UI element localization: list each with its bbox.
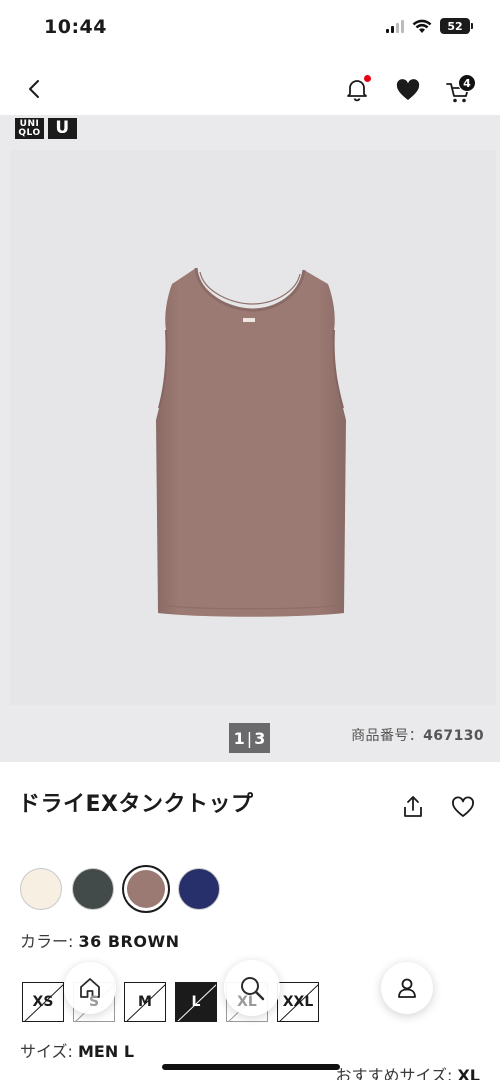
status-time: 10:44 [44, 16, 107, 38]
product-image[interactable] [10, 150, 496, 705]
size-option-xs[interactable]: XS [22, 982, 64, 1022]
status-indicators: 52 [386, 18, 473, 34]
color-swatch-navy[interactable] [178, 868, 220, 910]
size-option-m[interactable]: M [124, 982, 166, 1022]
nav-bar: 4 [0, 62, 500, 114]
uniqlo-logo: UNI QLO U [15, 118, 77, 139]
account-icon [398, 978, 416, 998]
recommended-size-label: おすすめサイズ: XL [335, 1066, 480, 1080]
cellular-signal-icon [386, 19, 404, 33]
tank-top-image [156, 267, 346, 617]
status-bar: 10:44 52 [0, 0, 500, 56]
share-icon [404, 796, 422, 817]
cart-button[interactable]: 4 [444, 74, 476, 104]
color-label: カラー: 36 BROWN [20, 932, 180, 951]
account-button[interactable] [381, 962, 433, 1014]
color-swatch-brown[interactable] [122, 865, 170, 913]
image-pager: 1 | 3 [229, 723, 270, 753]
home-indicator [162, 1064, 340, 1070]
back-button[interactable] [22, 76, 48, 102]
notification-dot [364, 75, 371, 82]
battery-icon: 52 [440, 18, 473, 34]
cart-count-badge: 4 [458, 74, 476, 92]
size-option-l[interactable]: L [175, 982, 217, 1022]
uniqlo-logo-box: UNI QLO [15, 118, 44, 139]
product-title: ドライEXタンクトップ [18, 792, 254, 817]
heart-filled-icon [396, 79, 420, 100]
chevron-left-icon [29, 80, 39, 98]
uniqlo-u-logo: U [48, 118, 77, 139]
notifications-button[interactable] [343, 75, 371, 103]
heart-outline-icon [452, 796, 474, 817]
color-swatches [20, 865, 220, 913]
share-button[interactable] [400, 794, 426, 820]
wifi-icon [412, 19, 432, 33]
size-option-xxl[interactable]: XXL [277, 982, 319, 1022]
favorite-button[interactable] [450, 794, 476, 820]
color-swatch-darkgray[interactable] [72, 868, 114, 910]
product-gallery[interactable]: UNI QLO U 1 | 3 商品番号：467130 [0, 115, 500, 762]
product-number: 商品番号：467130 [351, 728, 484, 744]
size-label: サイズ: MEN L [20, 1042, 135, 1061]
wishlist-button[interactable] [394, 76, 422, 104]
color-swatch-offwhite[interactable] [20, 868, 62, 910]
